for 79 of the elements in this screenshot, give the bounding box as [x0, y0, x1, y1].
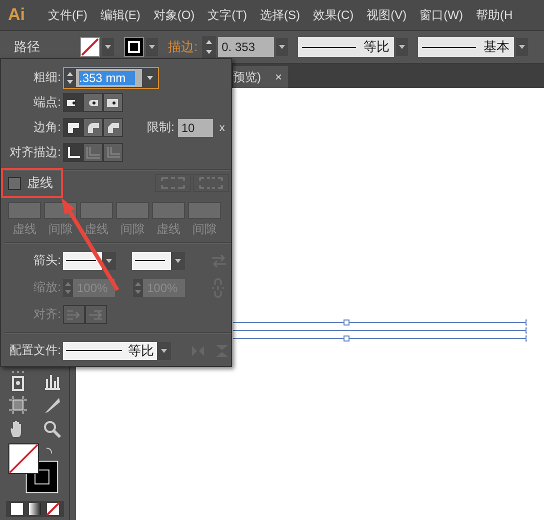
weight-label: 粗细:: [32, 69, 62, 86]
miter-icon: [66, 122, 80, 134]
caret-icon[interactable]: [171, 252, 185, 270]
corner-label: 边角:: [32, 119, 62, 136]
caret-icon[interactable]: [516, 38, 528, 56]
caret-icon[interactable]: [102, 38, 114, 56]
caret-icon[interactable]: [396, 38, 408, 56]
variable-width-dropdown[interactable]: 等比: [298, 37, 394, 57]
dash-gap-field[interactable]: [80, 202, 113, 219]
brush-dropdown[interactable]: 基本: [418, 37, 514, 57]
corner-button[interactable]: [63, 118, 83, 137]
stroke-swatch[interactable]: [124, 37, 144, 57]
caret-icon[interactable]: [146, 38, 158, 56]
color-mode-icon[interactable]: [10, 502, 24, 516]
bevel-icon: [106, 122, 120, 134]
dash-gap-field[interactable]: [8, 202, 41, 219]
dash-gap-label: 虚线: [12, 221, 36, 238]
document-tab[interactable]: 预览) ×: [233, 66, 288, 88]
profile-label: 配置文件:: [8, 342, 62, 359]
gradient-mode-icon[interactable]: [28, 502, 42, 516]
round-icon: [86, 122, 100, 134]
dash-gap-label: 间隙: [120, 221, 144, 238]
close-icon[interactable]: ×: [275, 70, 282, 84]
end-arrowhead-dropdown[interactable]: [132, 252, 171, 270]
arrow-tip-icon: [88, 308, 104, 320]
app-logo: Ai: [8, 5, 25, 25]
menu-item[interactable]: 选择(S): [260, 6, 300, 24]
scale-label: 缩放:: [32, 279, 62, 296]
menu-item[interactable]: 视图(V): [366, 6, 407, 24]
dash-gap-field[interactable]: [152, 202, 185, 219]
dash-gap-field[interactable]: [116, 202, 149, 219]
weight-field[interactable]: .353 mm: [63, 66, 159, 88]
align-stroke-label: 对齐描边:: [8, 144, 62, 161]
menu-item[interactable]: 帮助(H: [476, 6, 513, 24]
dash-gap-label: 虚线: [84, 221, 108, 238]
outside-icon: [106, 146, 120, 158]
menu-item[interactable]: 窗口(W): [420, 6, 463, 24]
object-type-label: 路径: [14, 38, 40, 56]
center-icon: [66, 146, 80, 158]
align-stroke-button[interactable]: [63, 143, 83, 162]
cap-button[interactable]: [63, 93, 83, 112]
fill-swatch[interactable]: [80, 37, 100, 57]
corner-button[interactable]: [83, 118, 103, 137]
caret-icon[interactable]: [102, 252, 116, 270]
menu-item[interactable]: 对象(O): [153, 6, 195, 24]
menu-item[interactable]: 文件(F): [48, 6, 88, 24]
caret-icon[interactable]: [276, 38, 288, 56]
dash-gap-label: 间隙: [192, 221, 216, 238]
spinner-icon[interactable]: [202, 36, 216, 58]
dash-gap-label: 间隙: [48, 221, 72, 238]
zoom-icon[interactable]: [42, 419, 62, 439]
menu-item[interactable]: 效果(C): [312, 6, 354, 24]
limit-field[interactable]: 10: [178, 118, 214, 136]
cap-button[interactable]: [103, 93, 123, 112]
artboard-icon[interactable]: [8, 395, 28, 415]
limit-label: 限制:: [147, 119, 174, 136]
dash-gap-field[interactable]: [188, 202, 221, 219]
limit-unit: x: [219, 122, 225, 134]
dashed-line-label: 虚线: [27, 174, 53, 192]
none-mode-icon[interactable]: [46, 502, 60, 516]
dash-corners-icon: [161, 177, 185, 189]
start-arrowhead-dropdown[interactable]: [63, 252, 102, 270]
stroke-weight-field[interactable]: 0. 353: [218, 37, 274, 57]
arrowheads-label: 箭头:: [32, 252, 62, 269]
selected-path-drawing[interactable]: [233, 319, 527, 343]
square-icon: [106, 96, 120, 108]
arrow-tip-icon: [66, 308, 82, 320]
cap-button[interactable]: [83, 93, 103, 112]
inside-icon: [86, 146, 100, 158]
caret-icon[interactable]: [157, 342, 171, 360]
dash-path-icon: [199, 177, 223, 189]
arrow-align-label: 对齐:: [32, 306, 62, 323]
corner-button[interactable]: [103, 118, 123, 137]
dashed-line-checkbox[interactable]: [8, 176, 21, 190]
dash-gap-label: 虚线: [156, 221, 180, 238]
width-profile-dropdown[interactable]: 等比: [63, 342, 157, 360]
cap-label: 端点:: [32, 94, 62, 111]
menu-item[interactable]: 编辑(E): [100, 6, 140, 24]
menu-item[interactable]: 文字(T): [208, 6, 247, 24]
